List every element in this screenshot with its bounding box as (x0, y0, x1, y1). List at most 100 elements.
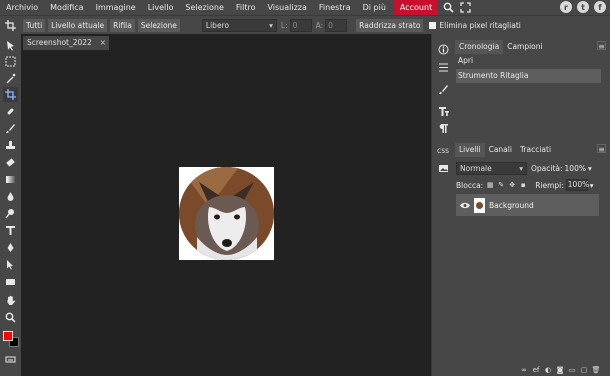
close-icon[interactable]: × (100, 36, 106, 50)
history-item-selected[interactable]: Strumento Ritaglia (456, 69, 601, 83)
menu-di-piu[interactable]: Di più (357, 0, 392, 15)
layers-footer: ∞ ef ◐ ◙ ▭ ▢ 🗑 (453, 364, 610, 376)
lock-position-icon[interactable]: ✥ (508, 181, 516, 189)
fill-value[interactable]: 100% (565, 179, 589, 191)
effects-icon[interactable]: ef (532, 366, 540, 374)
layers-menu-icon[interactable]: ≡ (597, 144, 606, 154)
opacity-value[interactable]: 100% (565, 164, 586, 173)
menu-visualizza[interactable]: Visualizza (261, 0, 312, 15)
straighten-layer-button[interactable]: Raddrizza strato (356, 18, 424, 32)
blend-mode-select[interactable]: Normale (456, 161, 527, 175)
trash-icon[interactable]: 🗑 (592, 366, 601, 374)
facebook-icon[interactable]: f (594, 1, 606, 13)
blend-row: Normale Opacità: 100% ▾ (456, 161, 608, 175)
menu-filtro[interactable]: Filtro (230, 0, 262, 15)
crop-all-button[interactable]: Tutti (23, 18, 46, 32)
layer-thumbnail (474, 197, 485, 213)
healing-tool-icon[interactable] (3, 104, 18, 119)
height-input[interactable]: 0 (325, 18, 348, 32)
brush-tool-icon[interactable] (3, 121, 18, 136)
trim-button[interactable]: Rifila (110, 18, 135, 32)
crop-mode-select[interactable]: Libero (201, 18, 277, 32)
tab-cronologia[interactable]: Cronologia (455, 40, 504, 54)
eye-icon[interactable] (459, 202, 471, 209)
image-canvas[interactable] (179, 167, 274, 260)
blur-tool-icon[interactable] (3, 189, 18, 204)
character-icon[interactable] (436, 104, 450, 118)
checkbox-box[interactable] (429, 21, 437, 29)
hand-tool-icon[interactable] (3, 293, 18, 308)
document-area: Screenshot_2022 × (21, 34, 431, 376)
right-panels: Cronologia Campioni ≡ Apri Strumento Rit… (453, 34, 610, 376)
chevron-down-icon[interactable]: ▾ (588, 164, 592, 173)
stamp-tool-icon[interactable] (3, 138, 18, 153)
history-menu-icon[interactable]: ≡ (597, 41, 606, 51)
layer-row[interactable]: Background (456, 194, 599, 216)
info-icon[interactable] (436, 42, 450, 56)
lock-paint-icon[interactable]: ✎ (497, 181, 505, 189)
brush-settings-icon[interactable] (436, 82, 450, 96)
width-field: L: 0 (280, 18, 312, 32)
dodge-tool-icon[interactable] (3, 206, 18, 221)
width-input[interactable]: 0 (289, 18, 312, 32)
layer-name[interactable]: Background (489, 201, 534, 210)
crop-tool-active-icon[interactable] (3, 87, 18, 102)
mask-icon[interactable]: ◙ (556, 366, 564, 374)
tab-tracciati[interactable]: Tracciati (516, 143, 555, 157)
fill-label: Riempi: (535, 180, 564, 190)
css-icon[interactable]: CSS (436, 144, 450, 158)
history-item[interactable]: Apri (456, 54, 601, 68)
image-icon[interactable] (436, 161, 450, 175)
panel-icon-strip: CSS (431, 34, 453, 376)
eraser-tool-icon[interactable] (3, 155, 18, 170)
crop-tool-icon (0, 19, 20, 31)
paragraph-icon[interactable] (436, 121, 450, 135)
gradient-tool-icon[interactable] (3, 172, 18, 187)
foreground-color-swatch[interactable] (3, 331, 13, 341)
tool-options-bar: Tutti Livello attuale Rifila Selezione L… (0, 15, 610, 34)
menu-livello[interactable]: Livello (142, 0, 180, 15)
menu-selezione[interactable]: Selezione (179, 0, 229, 15)
path-select-icon[interactable] (3, 257, 18, 272)
new-layer-icon[interactable]: ▢ (580, 366, 588, 374)
tab-livelli[interactable]: Livelli (455, 143, 485, 157)
tab-canali[interactable]: Canali (485, 143, 516, 157)
delete-cropped-label: Elimina pixel ritagliati (439, 20, 521, 30)
zoom-tool-icon[interactable] (3, 310, 18, 325)
tab-campioni[interactable]: Campioni (503, 40, 546, 54)
lock-transparency-icon[interactable]: ▦ (486, 181, 494, 189)
menu-finestra[interactable]: Finestra (313, 0, 357, 15)
shape-tool-icon[interactable] (3, 274, 18, 289)
delete-cropped-checkbox[interactable]: Elimina pixel ritagliati (429, 20, 521, 30)
opacity-label: Opacità: (531, 163, 563, 173)
menu-modifica[interactable]: Modifica (44, 0, 89, 15)
social-links: r t f (560, 1, 606, 13)
reddit-icon[interactable]: r (560, 1, 572, 13)
magic-wand-icon[interactable] (3, 71, 18, 86)
text-tool-icon[interactable] (3, 223, 18, 238)
account-button[interactable]: Account (393, 0, 439, 15)
crop-selection-button[interactable]: Selezione (137, 18, 180, 32)
search-icon[interactable] (442, 1, 455, 14)
folder-icon[interactable]: ▭ (568, 366, 576, 374)
menu-immagine[interactable]: Immagine (90, 0, 142, 15)
height-field: A: 0 (316, 18, 348, 32)
width-label: L: (280, 20, 288, 30)
properties-icon[interactable] (436, 60, 450, 74)
lock-all-icon[interactable]: ▪ (519, 181, 527, 189)
document-tab[interactable]: Screenshot_2022 × (23, 36, 109, 50)
document-tab-title: Screenshot_2022 (27, 38, 92, 47)
fullscreen-icon[interactable] (459, 1, 472, 14)
dog-photo (179, 167, 274, 260)
marquee-tool-icon[interactable] (3, 54, 18, 69)
chevron-down-icon[interactable]: ▾ (590, 181, 594, 190)
adjustment-icon[interactable]: ◐ (544, 366, 552, 374)
keyboard-icon[interactable] (3, 352, 18, 367)
color-swatches[interactable] (3, 331, 21, 349)
pen-tool-icon[interactable] (3, 240, 18, 255)
move-tool-icon[interactable] (3, 38, 18, 53)
link-icon[interactable]: ∞ (520, 366, 528, 374)
crop-current-layer-button[interactable]: Livello attuale (48, 18, 108, 32)
twitter-icon[interactable]: t (577, 1, 589, 13)
menu-archivio[interactable]: Archivio (0, 0, 44, 15)
